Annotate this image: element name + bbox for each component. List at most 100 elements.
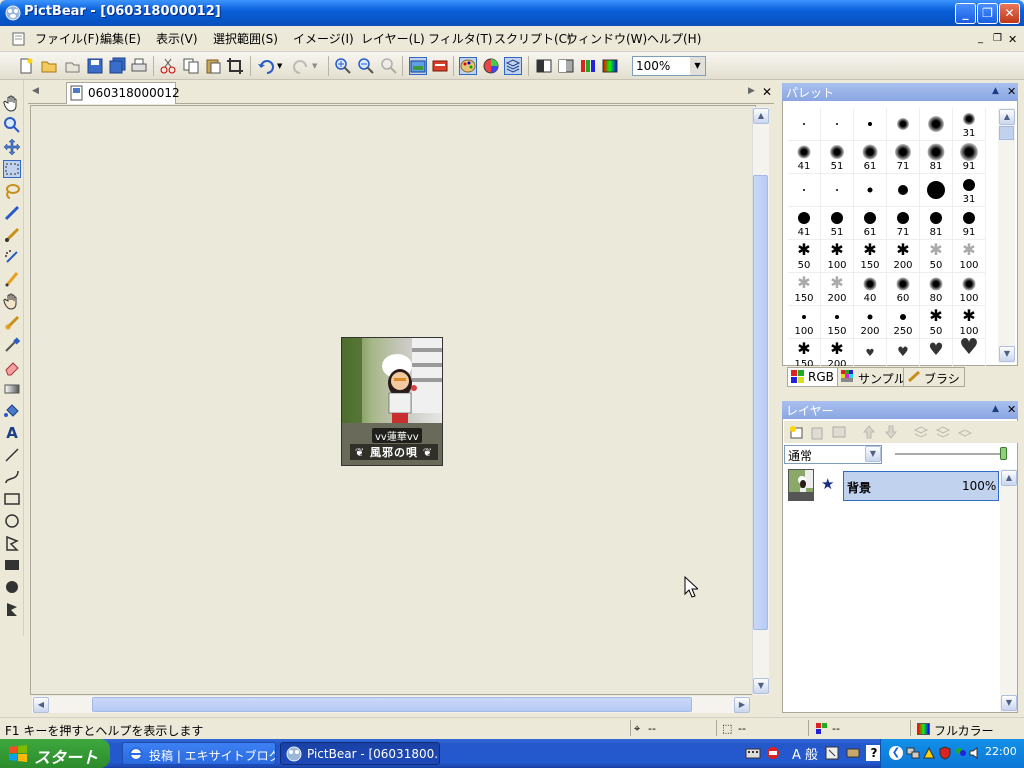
clock[interactable]: 22:00 xyxy=(985,745,1017,758)
brush-item[interactable]: 80 xyxy=(920,273,953,306)
mdi-restore-button[interactable]: ❐ xyxy=(993,33,1002,44)
zoom-tool-icon[interactable] xyxy=(3,116,21,134)
filled-polygon-tool-icon[interactable] xyxy=(3,600,21,618)
ellipse-tool-icon[interactable] xyxy=(3,512,21,530)
open-file-icon[interactable] xyxy=(63,57,81,75)
brush-item[interactable]: 150 xyxy=(821,306,854,339)
brush-item[interactable] xyxy=(920,108,953,141)
brush-item[interactable]: ✱ 50 xyxy=(788,240,821,273)
zoom-actual-icon[interactable] xyxy=(380,57,398,75)
brush-item[interactable] xyxy=(788,174,821,207)
menu-layer[interactable]: レイヤー(L) xyxy=(361,30,425,48)
eraser-tool-icon[interactable] xyxy=(3,358,21,376)
brush-item[interactable]: 71 xyxy=(887,207,920,240)
filled-rectangle-tool-icon[interactable] xyxy=(3,556,21,574)
full-color-icon[interactable] xyxy=(601,57,619,75)
layer-down-icon[interactable] xyxy=(883,424,899,440)
brush-item[interactable]: 91 xyxy=(953,207,986,240)
tray-expand-icon[interactable]: ❮ xyxy=(889,746,903,760)
brush-item[interactable]: 200 xyxy=(854,306,887,339)
menu-select[interactable]: 選択範囲(S) xyxy=(213,30,278,48)
brush-item[interactable]: 91 xyxy=(953,141,986,174)
ime-icon[interactable] xyxy=(765,745,781,761)
menu-edit[interactable]: 編集(E) xyxy=(100,30,141,48)
app-icon[interactable] xyxy=(5,5,21,21)
tab-close-icon[interactable]: ✕ xyxy=(762,85,772,99)
brush-item[interactable] xyxy=(854,108,887,141)
print-icon[interactable] xyxy=(130,57,148,75)
palette-scrollbar[interactable] xyxy=(998,108,1015,363)
palette-scroll-thumb[interactable] xyxy=(999,126,1014,140)
brush-item[interactable]: 71 xyxy=(887,141,920,174)
brush-item[interactable]: 100 xyxy=(788,306,821,339)
merge-visible-icon[interactable] xyxy=(935,424,951,440)
redo-icon[interactable] xyxy=(292,57,310,75)
blend-dropdown-arrow-icon[interactable]: ▼ xyxy=(865,446,881,462)
save-all-icon[interactable] xyxy=(109,57,127,75)
menu-filter[interactable]: フィルタ(T) xyxy=(428,30,492,48)
new-layer-icon[interactable] xyxy=(788,424,804,440)
polygon-tool-icon[interactable] xyxy=(3,534,21,552)
color-wheel-icon[interactable] xyxy=(482,57,500,75)
eyedropper-tool-icon[interactable] xyxy=(3,336,21,354)
ime-pad-icon[interactable] xyxy=(845,745,861,761)
zoom-out-icon[interactable] xyxy=(357,57,375,75)
crop-icon[interactable] xyxy=(226,57,244,75)
brush-item[interactable]: ✱ 150 xyxy=(788,273,821,306)
redo-dropdown-icon[interactable]: ▼ xyxy=(312,62,317,70)
flatten-icon[interactable] xyxy=(957,424,973,440)
tab-scroll-right-icon[interactable]: ▶ xyxy=(748,86,755,96)
save-icon[interactable] xyxy=(86,57,104,75)
brush-tool-icon[interactable] xyxy=(3,226,21,244)
zoom-in-icon[interactable] xyxy=(334,57,352,75)
doc-menu-icon[interactable] xyxy=(12,32,26,46)
menu-window[interactable]: ウィンドウ(W) xyxy=(566,30,647,48)
layer-properties-icon[interactable] xyxy=(831,424,847,440)
brush-item[interactable]: ✱ 50 xyxy=(920,306,953,339)
brush-item[interactable]: 31 xyxy=(953,108,986,141)
palette-scroll-up-icon[interactable]: ▲ xyxy=(999,109,1015,125)
messenger-icon[interactable] xyxy=(954,746,968,760)
opacity-slider-thumb[interactable] xyxy=(1000,447,1007,460)
paste-icon[interactable] xyxy=(204,57,222,75)
palette-collapse-icon[interactable]: ▲ xyxy=(992,86,999,96)
airbrush-tool-icon[interactable] xyxy=(3,248,21,266)
brush-item[interactable]: ✱ 100 xyxy=(953,240,986,273)
gradient-tool-icon[interactable] xyxy=(3,380,21,398)
security-icon[interactable] xyxy=(938,746,952,760)
merge-down-icon[interactable] xyxy=(913,424,929,440)
taskbar-item-browser[interactable]: 投稿 | エキサイトブログ... xyxy=(122,742,276,765)
ime-mode[interactable]: A 般 xyxy=(792,744,818,763)
brush-item[interactable] xyxy=(788,108,821,141)
brush-item[interactable]: 41 xyxy=(788,207,821,240)
restore-button[interactable]: ❐ xyxy=(977,3,998,24)
brush-item[interactable]: 60 xyxy=(887,273,920,306)
keyboard-icon[interactable] xyxy=(745,745,761,761)
tray-app-icon[interactable] xyxy=(922,746,936,760)
layer-active-star-icon[interactable]: ★ xyxy=(821,476,837,492)
brush-item[interactable]: 40 xyxy=(854,273,887,306)
brush-item[interactable]: ✱ 150 xyxy=(854,240,887,273)
zoom-dropdown-arrow-icon[interactable]: ▼ xyxy=(690,57,705,75)
brush-item[interactable] xyxy=(854,174,887,207)
horizontal-scroll-thumb[interactable] xyxy=(92,697,692,712)
image-window-icon[interactable] xyxy=(409,57,427,75)
cut-icon[interactable] xyxy=(159,57,177,75)
brush-item[interactable]: 41 xyxy=(788,141,821,174)
taskbar-item-pictbear[interactable]: PictBear - [06031800... xyxy=(280,742,440,765)
palette-close-icon[interactable]: ✕ xyxy=(1007,85,1016,98)
undo-icon[interactable] xyxy=(257,57,275,75)
brush-item[interactable]: 81 xyxy=(920,207,953,240)
rectangle-tool-icon[interactable] xyxy=(3,490,21,508)
brush-item[interactable]: ✱ 100 xyxy=(821,240,854,273)
close-button[interactable]: ✕ xyxy=(999,3,1020,24)
undo-dropdown-icon[interactable]: ▼ xyxy=(277,62,282,70)
layer-up-icon[interactable] xyxy=(861,424,877,440)
scroll-left-icon[interactable]: ◀ xyxy=(33,697,49,713)
lasso-tool-icon[interactable] xyxy=(3,182,21,200)
curve-tool-icon[interactable] xyxy=(3,468,21,486)
filled-ellipse-tool-icon[interactable] xyxy=(3,578,21,596)
image-info-icon[interactable] xyxy=(431,57,449,75)
layer-collapse-icon[interactable]: ▲ xyxy=(992,404,999,414)
tab-scroll-left-icon[interactable]: ◀ xyxy=(32,86,39,96)
